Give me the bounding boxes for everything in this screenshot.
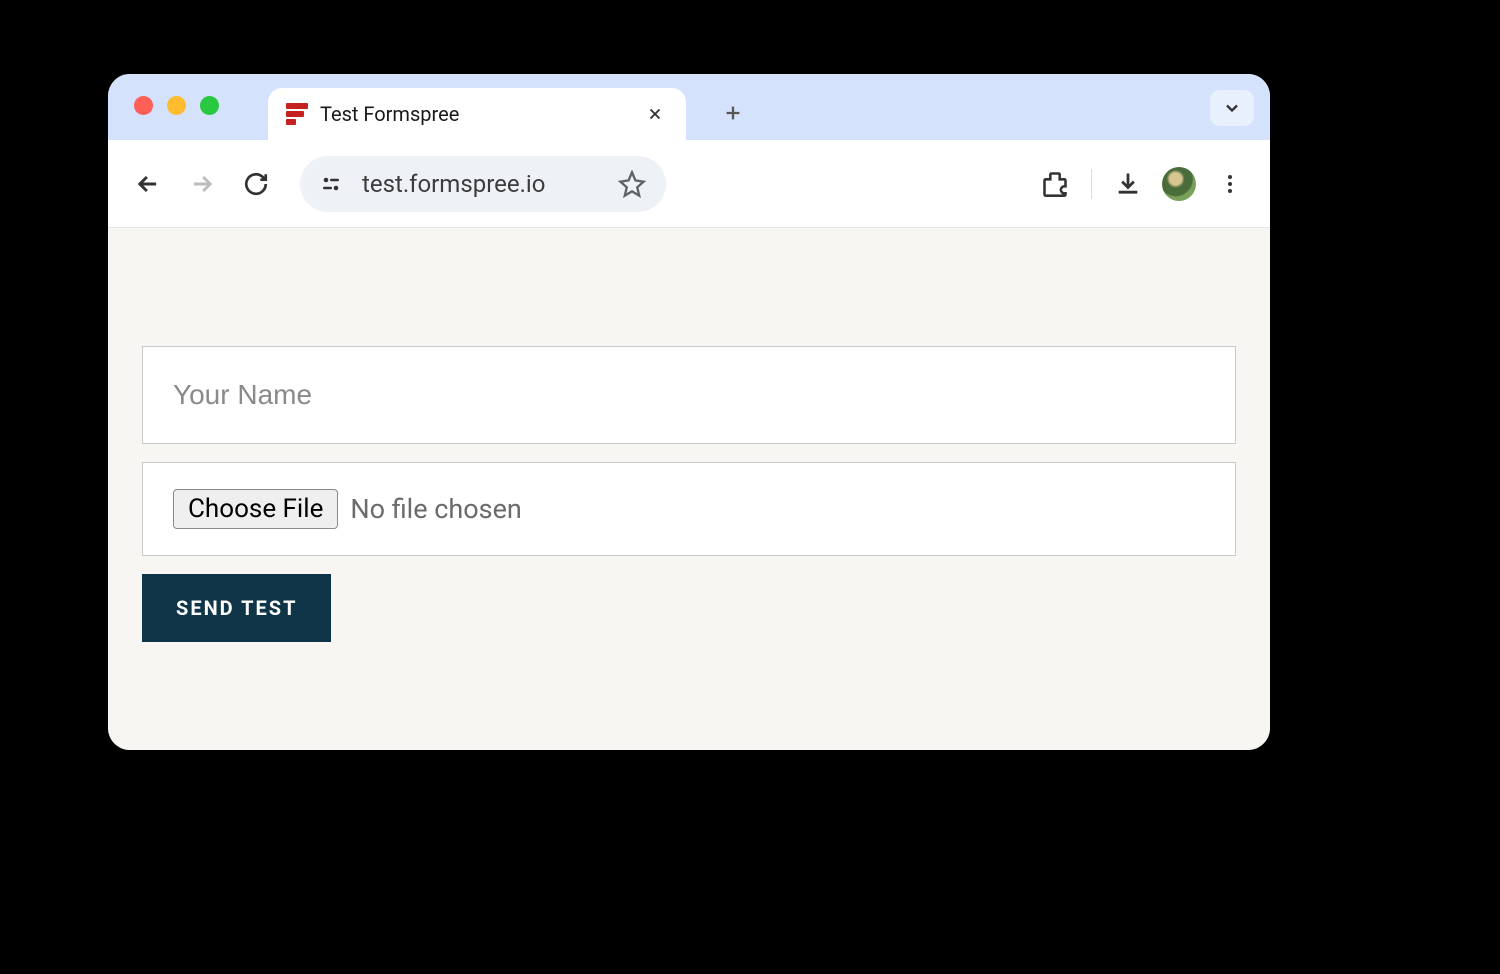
nav-reload-button[interactable] bbox=[236, 164, 276, 204]
browser-toolbar: test.formspree.io bbox=[108, 140, 1270, 228]
window-close-button[interactable] bbox=[134, 96, 153, 115]
downloads-icon[interactable] bbox=[1108, 164, 1148, 204]
new-tab-button[interactable] bbox=[714, 94, 752, 132]
nav-back-button[interactable] bbox=[128, 164, 168, 204]
profile-avatar[interactable] bbox=[1162, 167, 1196, 201]
file-status-text: No file chosen bbox=[350, 493, 521, 525]
name-field-wrapper bbox=[142, 346, 1236, 444]
tab-close-button[interactable] bbox=[642, 101, 668, 127]
page-content: Choose File No file chosen SEND TEST bbox=[108, 228, 1270, 750]
address-bar[interactable]: test.formspree.io bbox=[300, 156, 666, 212]
window-maximize-button[interactable] bbox=[200, 96, 219, 115]
send-test-button[interactable]: SEND TEST bbox=[142, 574, 331, 642]
site-info-icon[interactable] bbox=[314, 167, 348, 201]
bookmark-star-icon[interactable] bbox=[618, 170, 646, 198]
tab-search-button[interactable] bbox=[1210, 90, 1254, 126]
formspree-favicon-icon bbox=[286, 103, 308, 125]
toolbar-divider bbox=[1091, 169, 1092, 199]
choose-file-button[interactable]: Choose File bbox=[173, 489, 338, 529]
browser-tab[interactable]: Test Formspree bbox=[268, 88, 686, 140]
window-controls bbox=[134, 96, 219, 115]
browser-window: Test Formspree test.formspree.io bbox=[108, 74, 1270, 750]
browser-menu-icon[interactable] bbox=[1210, 164, 1250, 204]
extensions-icon[interactable] bbox=[1035, 164, 1075, 204]
window-minimize-button[interactable] bbox=[167, 96, 186, 115]
file-field-wrapper: Choose File No file chosen bbox=[142, 462, 1236, 556]
tab-title: Test Formspree bbox=[320, 102, 642, 126]
address-bar-url: test.formspree.io bbox=[362, 170, 618, 198]
nav-forward-button[interactable] bbox=[182, 164, 222, 204]
name-input[interactable] bbox=[143, 347, 1235, 443]
tabstrip: Test Formspree bbox=[108, 74, 1270, 140]
